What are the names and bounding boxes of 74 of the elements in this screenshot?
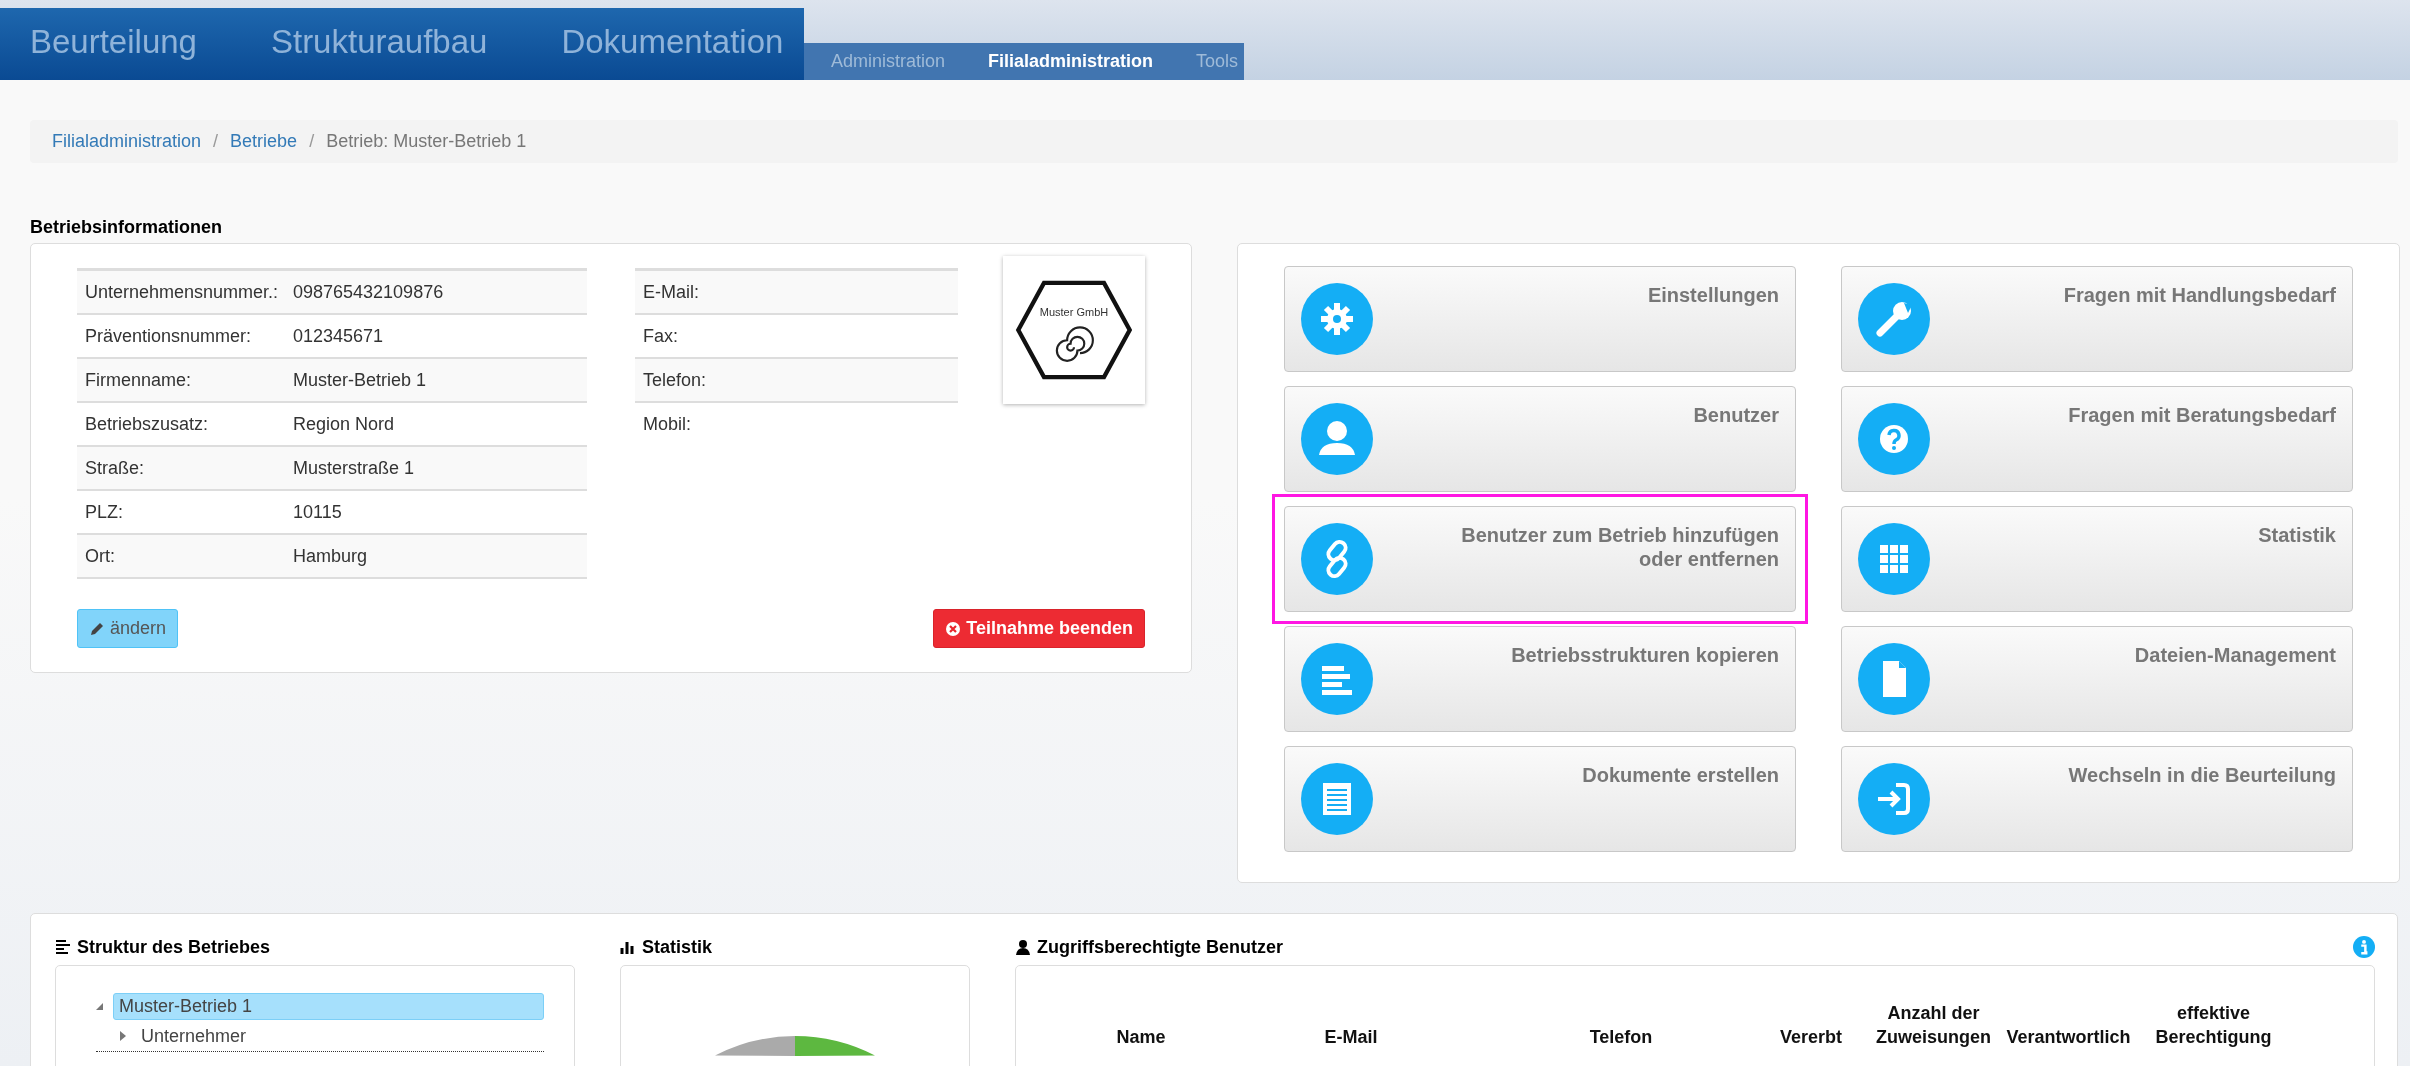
logo-text: Muster GmbH [1038,306,1110,318]
action-tile[interactable]: Benutzer zum Betrieb hinzufügen oder entfernen [1284,506,1796,612]
column-header: Name [1115,1026,1167,1049]
wrench-icon [1858,283,1930,355]
main-nav-tab[interactable]: Beurteilung [30,23,197,65]
bar-chart-icon [620,939,636,955]
field-label: Betriebszusatz: [84,413,210,435]
hexagon-logo-icon [1014,278,1134,382]
field-label: Firmenname: [84,369,193,391]
action-tile[interactable]: Fragen mit Beratungsbedarf [1841,386,2353,492]
end-participation-button[interactable]: Teilnahme beenden [933,609,1145,648]
sub-nav-tab[interactable]: Tools [1191,51,1259,72]
action-tile[interactable]: Betriebsstrukturen kopieren [1284,626,1796,732]
field-value: Region Nord [293,413,395,435]
section-title: Zugriffsberechtigte Benutzer [1037,936,1284,958]
sub-nav-tab[interactable]: Filialadministration [983,51,1174,72]
field-label: Fax: [642,325,679,347]
close-icon [945,620,962,637]
action-tile[interactable]: Fragen mit Handlungsbedarf [1841,266,2353,372]
breadcrumb-link[interactable]: Filialadministration [52,131,202,152]
field-value: Hamburg [293,545,368,567]
action-tile[interactable]: Statistik [1841,506,2353,612]
breadcrumb-link[interactable]: Betriebe [230,131,298,152]
main-nav-tab[interactable]: Dokumentation [561,23,784,65]
field-value: Musterstraße 1 [293,457,415,479]
field-label: Ort: [84,545,116,567]
action-tile[interactable]: Dateien-Management [1841,626,2353,732]
column-header: Telefon [1588,1026,1654,1049]
section-title: Struktur des Betriebes [77,936,271,958]
grid-icon [1858,523,1930,595]
edit-button[interactable]: ändern [77,609,179,648]
field-label: E-Mail: [642,281,700,303]
column-header: effektive Berechtigung [2154,1002,2273,1049]
gear-icon [1301,283,1373,355]
field-label: Unternehmensnummer.: [84,281,280,303]
breadcrumb-separator: / [212,131,220,152]
field-value: 098765432109876 [293,281,444,303]
question-icon [1858,403,1930,475]
pencil-icon [89,620,105,637]
link-icon [1301,523,1373,595]
column-header: Vererbt [1778,1026,1843,1049]
tree-node[interactable]: Unternehmer [136,1023,544,1049]
field-label: Telefon: [642,369,708,391]
field-value: 10115 [293,501,342,523]
column-header: E-Mail [1323,1026,1379,1049]
align-left-icon [55,939,71,955]
tree-toggle-icon[interactable] [96,1002,103,1010]
field-label: Präventionsnummer: [84,325,253,347]
field-label: PLZ: [84,501,124,523]
list-icon [1301,763,1373,835]
action-tile[interactable]: Einstellungen [1284,266,1796,372]
column-header: Anzahl der Zuweisungen [1875,1002,1992,1049]
breadcrumb-separator: / [308,131,316,152]
action-tile[interactable]: Benutzer [1284,386,1796,492]
info-icon[interactable] [2353,936,2375,958]
file-icon [1858,643,1930,715]
breadcrumb-current: Betrieb: Muster-Betrieb 1 [326,131,527,152]
user-icon [1301,403,1373,475]
tree-toggle-icon[interactable] [120,1031,126,1041]
tree-node[interactable]: Muster-Betrieb 1 [113,992,544,1020]
field-value: 012345671 [293,325,384,347]
action-tile[interactable]: Dokumente erstellen [1284,746,1796,852]
field-value: Muster-Betrieb 1 [293,369,427,391]
enter-icon [1858,763,1930,835]
section-title: Betriebsinformationen [30,217,224,236]
field-label: Straße: [84,457,146,479]
field-label: Mobil: [642,413,692,435]
action-tile[interactable]: Wechseln in die Beurteilung [1841,746,2353,852]
user-icon [1015,939,1031,955]
main-nav-tab[interactable]: Strukturaufbau [270,23,488,65]
lines-icon [1301,643,1373,715]
sub-nav-tab[interactable]: Administration [826,51,966,72]
column-header: Verantwortlich [2005,1026,2132,1049]
section-title: Statistik [642,936,713,958]
